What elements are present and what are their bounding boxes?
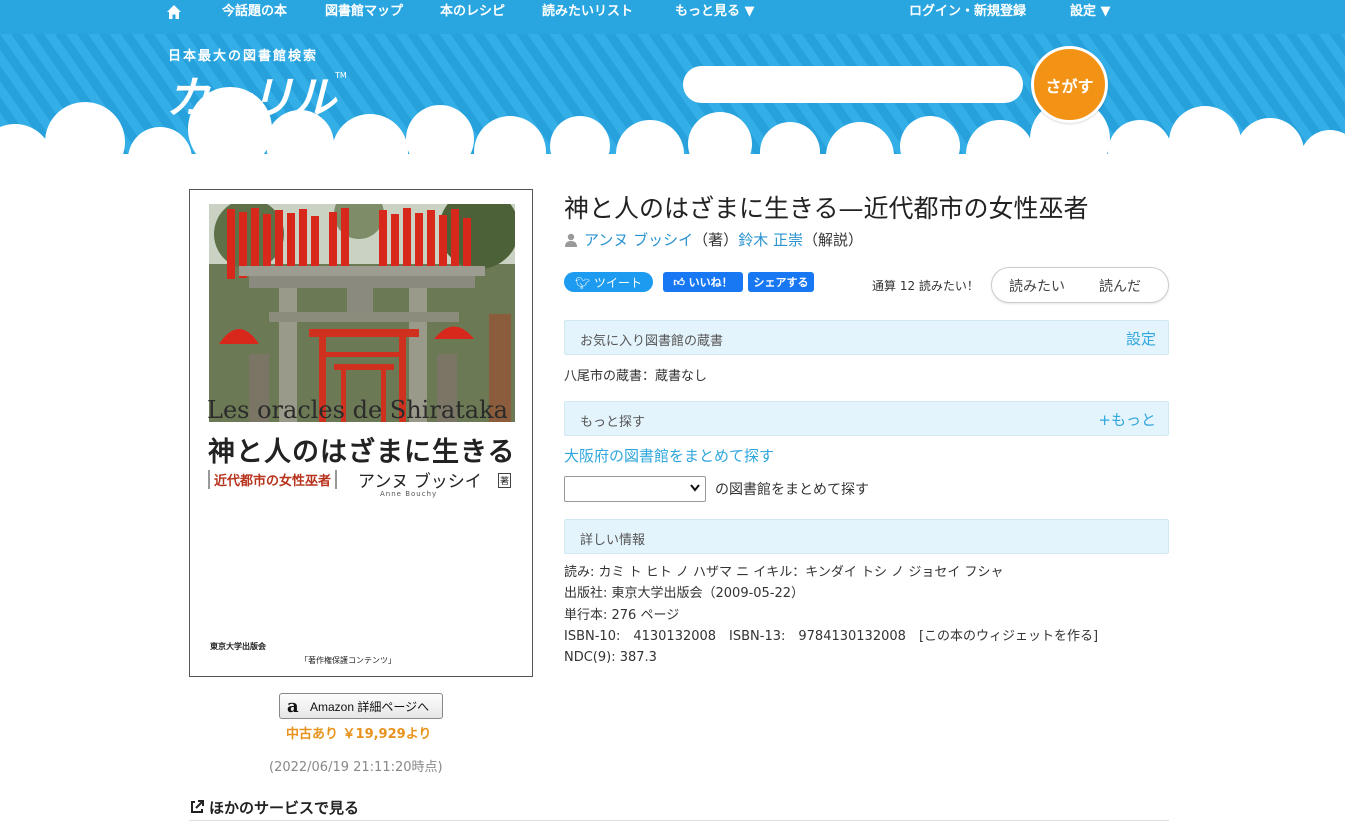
nav-want-list[interactable]: 読みたいリスト [542, 0, 633, 24]
author-role-2: （解説） [802, 231, 863, 249]
search-button[interactable]: さがす [1031, 46, 1108, 123]
cover-author-romanized: Anne Bouchy [380, 490, 438, 498]
osaka-libraries-link[interactable]: 大阪府の図書館をまとめて探す [564, 445, 774, 466]
prefecture-select-suffix: の図書館をまとめて探す [715, 482, 869, 498]
nav-trending[interactable]: 今話題の本 [222, 0, 287, 24]
top-nav: 今話題の本 図書館マップ 本のレシピ 読みたいリスト もっと見る ▼ ログイン・… [0, 0, 1345, 34]
book-authors: アンヌ ブッシイ（著）鈴木 正崇（解説） [564, 229, 863, 250]
external-link-icon [191, 800, 204, 813]
nav-book-recipe[interactable]: 本のレシピ [440, 0, 505, 24]
detail-format: 単行本: 276 ページ [564, 607, 680, 623]
book-details: 読み: カミ ト ヒト ノ ハザマ ニ イキル：キンダイ トシ ノ ジョセイ フ… [564, 562, 1098, 668]
cover-title-french: Les oracles de Shirataka [207, 396, 508, 424]
favorites-settings-link[interactable]: 設定 [1126, 328, 1156, 349]
tweet-button[interactable]: 🐦︎ ツイート [564, 272, 653, 292]
book-title: 神と人のはざまに生きる—近代都市の女性巫者 [564, 194, 1089, 223]
nav-login[interactable]: ログイン・新規登録 [909, 0, 1026, 24]
favorites-label: お気に入り図書館の蔵書 [580, 334, 724, 349]
logo[interactable]: カーリル [166, 62, 336, 126]
chevron-down-icon [690, 484, 700, 492]
twitter-bird-icon: 🐦︎ [574, 275, 591, 290]
book-cover[interactable]: Les oracles de Shirataka 神と人のはざまに生きる 近代都… [189, 189, 533, 677]
amazon-button-label: Amazon 詳細ページへ [310, 700, 430, 714]
detail-reading: 読み: カミ ト ヒト ノ ハザマ ニ イキル：キンダイ トシ ノ ジョセイ フ… [564, 565, 1004, 580]
other-services-label: ほかのサービスで見る [209, 799, 360, 817]
author-role-1: （著） [693, 231, 739, 249]
header-band: 日本最大の図書館検索 カーリル TM さがす [0, 34, 1345, 164]
thumbs-up-icon: 👍︎ [673, 276, 685, 289]
cover-author: アンヌ ブッシイ [358, 472, 482, 492]
amazon-detail-button[interactable]: a Amazon 詳細ページへ [279, 693, 443, 719]
tweet-label: ツイート [594, 275, 643, 290]
like-label: いいね！ [688, 276, 733, 289]
cover-title-japanese: 神と人のはざまに生きる [208, 437, 516, 468]
favorites-section-header: お気に入り図書館の蔵書 設定 [564, 320, 1169, 355]
want-read-toggle: 読みたい 読んだ [991, 267, 1169, 303]
detail-ndc: NDC(9): 387.3 [564, 650, 657, 666]
search-input[interactable] [683, 66, 1023, 103]
price-timestamp: (2022/06/19 21:11:20時点) [269, 760, 443, 775]
detail-isbn-row: ISBN-10: 4130132008 ISBN-13: 97841301320… [564, 626, 1098, 647]
widget-link[interactable]: [この本のウィジェットを作る] [919, 629, 1098, 644]
facebook-share-button[interactable]: シェアする [748, 272, 814, 292]
cover-copyright-notice: 「著作権保護コンテンツ」 [300, 656, 396, 665]
cover-author-role: 著 [498, 473, 512, 488]
author-link-suzuki[interactable]: 鈴木 正崇 [738, 231, 803, 249]
used-price: 中古あり ￥19,929より [286, 727, 432, 742]
home-icon[interactable] [166, 4, 182, 20]
cover-subtitle: 近代都市の女性巫者 [208, 470, 338, 489]
other-services-heading[interactable]: ほかのサービスで見る [189, 797, 359, 818]
detail-isbn: ISBN-10: 4130132008 ISBN-13: 97841301320… [564, 628, 906, 644]
nav-library-map[interactable]: 図書館マップ [325, 0, 403, 24]
holdings-status: 八尾市の蔵書：蔵書なし [564, 369, 708, 384]
prefecture-select[interactable] [564, 476, 706, 502]
facebook-like-button[interactable]: 👍︎ いいね！ [663, 272, 743, 292]
amazon-logo-icon: a [287, 696, 299, 717]
want-count: 通算 12 読みたい！ [872, 279, 979, 293]
nav-more[interactable]: もっと見る ▼ [675, 0, 755, 24]
want-to-read-button[interactable]: 読みたい [1009, 276, 1065, 296]
detail-publisher: 出版社: 東京大学出版会（2009-05-22） [564, 586, 805, 602]
divider [189, 820, 1169, 821]
more-section-header: もっと探す +もっと [564, 401, 1169, 436]
have-read-button[interactable]: 読んだ [1099, 276, 1141, 296]
logo-trademark: TM [335, 71, 347, 80]
author-link-bouchy[interactable]: アンヌ ブッシイ [584, 231, 693, 249]
more-link[interactable]: +もっと [1098, 409, 1156, 430]
cover-publisher: 東京大学出版会 [210, 641, 266, 651]
cover-photo-torii [209, 204, 515, 422]
nav-settings[interactable]: 設定 ▼ [1070, 0, 1111, 24]
person-icon [565, 233, 577, 247]
more-label: もっと探す [580, 415, 646, 430]
details-label: 詳しい情報 [580, 533, 646, 548]
details-section-header: 詳しい情報 [564, 519, 1169, 554]
